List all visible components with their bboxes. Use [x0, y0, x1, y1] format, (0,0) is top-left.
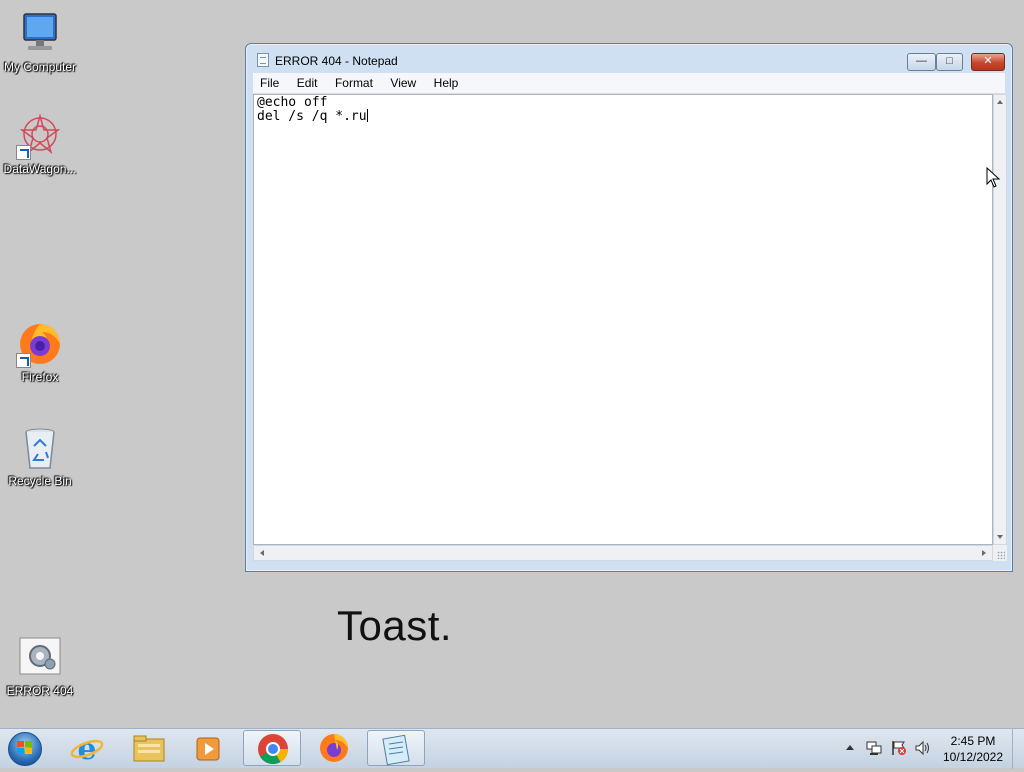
scroll-left-icon[interactable] [260, 550, 264, 556]
shortcut-arrow-icon [16, 145, 31, 160]
taskbar-internet-explorer[interactable]: e [58, 730, 116, 767]
show-hidden-icons-arrow[interactable] [846, 745, 854, 750]
desktop-icon-my-computer[interactable]: My Computer [0, 10, 80, 74]
editor-content: @echo off del /s /q *.ru [257, 96, 368, 123]
desktop-icon-error-404[interactable]: ERROR 404 [0, 634, 80, 698]
maximize-icon: □ [946, 55, 953, 67]
file-explorer-icon [133, 735, 165, 762]
desktop-icon-label: DataWagon... [3, 162, 77, 176]
text-caret [366, 109, 368, 122]
editor-line: del /s /q *.ru [257, 109, 367, 124]
firefox-icon [320, 734, 348, 762]
internet-explorer-icon: e [70, 732, 104, 767]
menu-help[interactable]: Help [427, 73, 465, 91]
close-button[interactable]: ✕ [971, 53, 1005, 71]
menu-file[interactable]: File [253, 73, 285, 91]
computer-icon [16, 10, 64, 58]
desktop-icon-recycle-bin[interactable]: Recycle Bin [0, 424, 80, 488]
desktop-icon-label: Recycle Bin [8, 474, 72, 488]
maximize-button[interactable]: □ [936, 53, 963, 71]
desktop-icon-firefox[interactable]: Firefox [0, 320, 80, 384]
chrome-icon [258, 734, 288, 765]
system-clock[interactable]: 2:45 PM 10/12/2022 [938, 733, 1008, 765]
action-center-icon[interactable] [891, 740, 907, 756]
clock-date: 10/12/2022 [942, 750, 1004, 764]
batch-file-icon [16, 634, 64, 682]
svg-text:e: e [77, 732, 96, 766]
mouse-pointer-icon [986, 167, 1001, 188]
minimize-icon: — [916, 55, 927, 67]
taskbar-media-player[interactable] [180, 730, 238, 766]
scroll-up-icon[interactable] [997, 100, 1003, 104]
window-titlebar[interactable]: ERROR 404 - Notepad — □ ✕ [246, 44, 1012, 74]
menu-edit[interactable]: Edit [290, 73, 324, 91]
desktop-icon-label: ERROR 404 [6, 684, 74, 698]
desktop-icon-label: Firefox [21, 370, 59, 384]
horizontal-scrollbar[interactable] [253, 545, 993, 561]
editor-line: @echo off [257, 95, 328, 110]
network-icon[interactable] [866, 740, 882, 756]
notepad-icon [257, 53, 269, 67]
taskbar-firefox[interactable] [305, 730, 363, 766]
text-editor[interactable]: @echo off del /s /q *.ru [253, 94, 993, 545]
media-player-icon [196, 737, 220, 761]
recycle-bin-icon [16, 424, 64, 472]
taskbar-notepad[interactable] [367, 730, 425, 766]
start-button[interactable] [5, 731, 45, 766]
desktop-icon-label: My Computer [3, 60, 77, 74]
taskbar: e 2:45 PM 10/12/2022 [0, 728, 1024, 769]
firefox-icon [16, 320, 64, 368]
volume-icon[interactable] [914, 740, 930, 756]
notepad-window[interactable]: ERROR 404 - Notepad — □ ✕ File Edit Form… [245, 43, 1013, 572]
windows-flag-icon [17, 741, 33, 755]
clock-time: 2:45 PM [950, 734, 996, 748]
vertical-scrollbar[interactable] [993, 94, 1007, 545]
menu-view[interactable]: View [383, 73, 422, 91]
scroll-down-icon[interactable] [997, 535, 1003, 539]
shortcut-arrow-icon [16, 353, 31, 368]
desktop-toast-text: Toast. [337, 602, 453, 649]
scroll-right-icon[interactable] [982, 550, 986, 556]
menu-bar: File Edit Format View Help [253, 73, 1005, 94]
window-title: ERROR 404 - Notepad [275, 54, 398, 68]
show-desktop-button[interactable] [1012, 729, 1024, 769]
notepad-icon [382, 734, 410, 766]
close-icon: ✕ [983, 55, 993, 67]
desktop-icon-datawagon[interactable]: DataWagon... [0, 112, 80, 176]
menu-format[interactable]: Format [328, 73, 379, 91]
resize-grip[interactable] [993, 545, 1007, 561]
minimize-button[interactable]: — [907, 53, 936, 71]
taskbar-file-explorer[interactable] [120, 730, 178, 766]
datawagon-icon [16, 112, 64, 160]
taskbar-chrome[interactable] [243, 730, 301, 766]
